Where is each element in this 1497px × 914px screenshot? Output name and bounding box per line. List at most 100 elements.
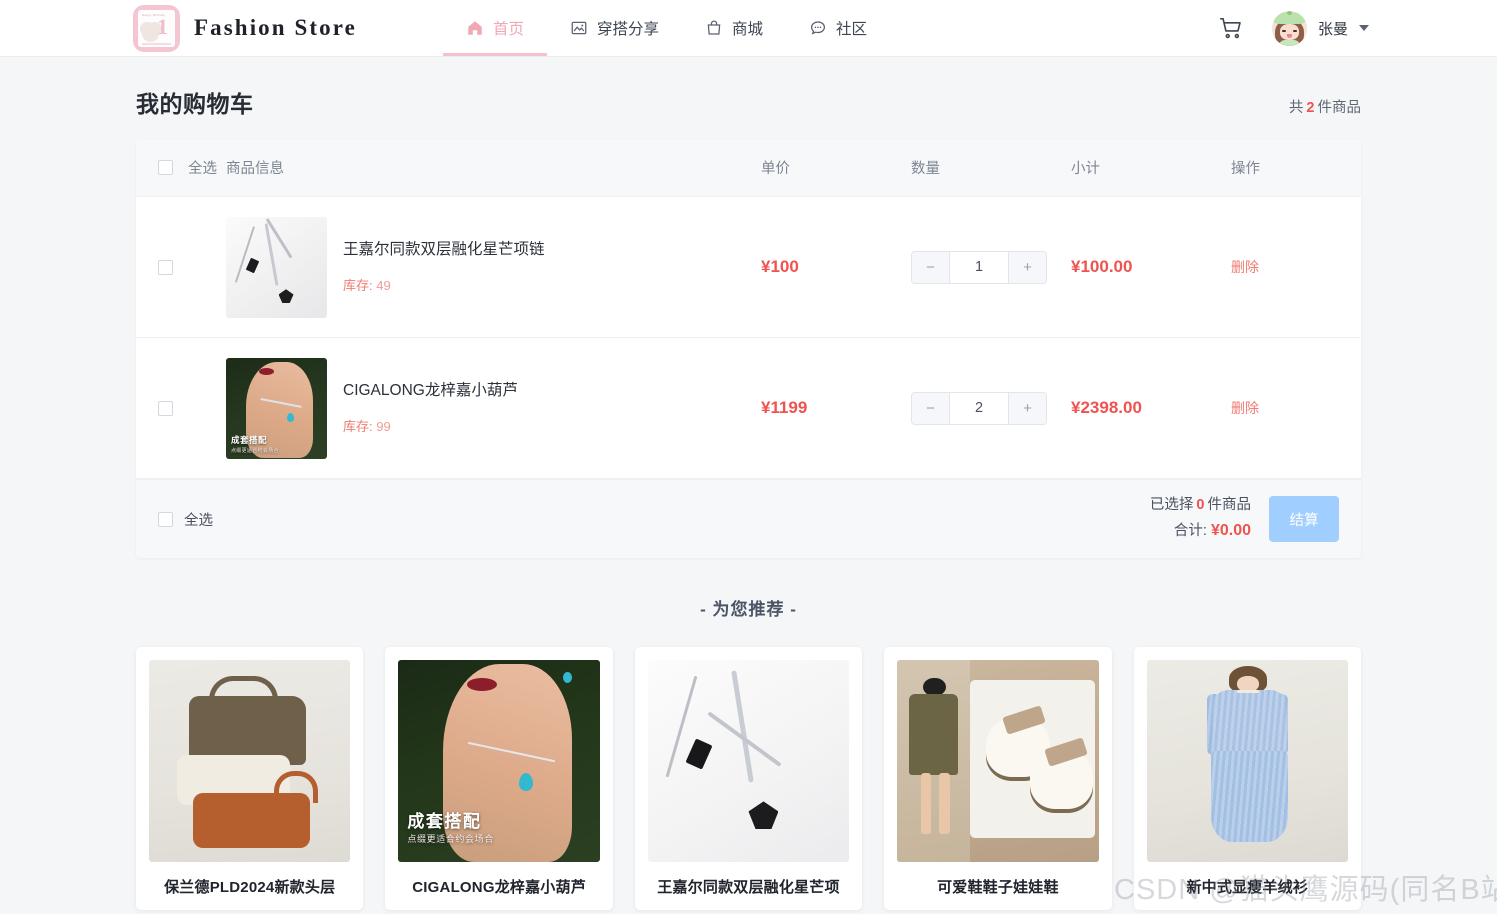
recommendation-image-overlay-sub: 点缀更适合约会场合 bbox=[407, 834, 494, 844]
item-count-value: 2 bbox=[1306, 100, 1315, 116]
quantity-increase-button[interactable]: + bbox=[1008, 392, 1046, 424]
quantity-increase-button[interactable]: + bbox=[1008, 251, 1046, 283]
item-count-prefix: 共 bbox=[1288, 100, 1304, 116]
recommendation-image: 成套搭配 点缀更适合约会场合 bbox=[398, 660, 600, 862]
product-image-overlay-title: 成套搭配 bbox=[231, 434, 268, 445]
nav-label-mall: 商城 bbox=[732, 21, 764, 38]
nav-item-community[interactable]: 社区 bbox=[786, 0, 890, 56]
selected-suffix: 件商品 bbox=[1207, 496, 1252, 513]
image-icon bbox=[571, 21, 587, 35]
subtotal-price: ¥2398.00 bbox=[1071, 398, 1142, 417]
main-nav: 首页 穿搭分享 商城 社区 bbox=[442, 0, 890, 56]
delete-item-button[interactable]: 删除 bbox=[1231, 400, 1259, 416]
chevron-down-icon[interactable] bbox=[1359, 25, 1369, 31]
recommendation-card[interactable]: 新中式显瘦羊绒衫 bbox=[1133, 647, 1361, 910]
row-product-cell: 王嘉尔同款双层融化星芒项链 库存: 49 bbox=[226, 216, 761, 318]
row-quantity-cell: − + bbox=[911, 391, 1071, 425]
recommendation-name: CIGALONG龙梓嘉小葫芦 bbox=[412, 879, 586, 896]
nav-item-outfit-share[interactable]: 穿搭分享 bbox=[547, 0, 682, 56]
quantity-stepper: − + bbox=[911, 391, 1047, 425]
product-name[interactable]: CIGALONG龙梓嘉小葫芦 bbox=[343, 381, 518, 401]
row-unit-price-cell: ¥1199 bbox=[761, 398, 911, 418]
select-all-checkbox-footer[interactable] bbox=[158, 511, 173, 527]
row-select-cell bbox=[158, 400, 188, 416]
product-name[interactable]: 王嘉尔同款双层融化星芒项链 bbox=[343, 240, 545, 260]
quantity-input[interactable] bbox=[950, 392, 1008, 424]
row-checkbox[interactable] bbox=[158, 259, 173, 275]
item-count-suffix: 件商品 bbox=[1317, 100, 1362, 116]
nav-label-community: 社区 bbox=[836, 21, 868, 38]
cart-footer: 全选 已选择 0 件商品 合计: ¥0.00 结算 bbox=[136, 479, 1361, 558]
row-action-cell: 删除 bbox=[1231, 398, 1361, 418]
product-stock: 库存: 49 bbox=[343, 275, 545, 294]
header-select-all-cell bbox=[158, 160, 188, 175]
total-line: 合计: ¥0.00 bbox=[1150, 518, 1251, 544]
recommendations-grid: 保兰德PLD2024新款头层 成套搭配 点缀更适合约会场合 CIGALONG龙梓… bbox=[136, 647, 1361, 910]
page-head: 我的购物车 共 2 件商品 bbox=[136, 57, 1361, 139]
product-image[interactable]: 成套搭配 点缀更适合约会场合 bbox=[226, 357, 327, 459]
quantity-stepper: − + bbox=[911, 250, 1047, 284]
chat-icon bbox=[811, 21, 826, 35]
checkout-button[interactable]: 结算 bbox=[1269, 496, 1339, 542]
recommendation-image bbox=[897, 660, 1099, 862]
totals: 已选择 0 件商品 合计: ¥0.00 bbox=[1150, 494, 1251, 544]
row-action-cell: 删除 bbox=[1231, 257, 1361, 277]
recommendation-card[interactable]: 成套搭配 点缀更适合约会场合 CIGALONG龙梓嘉小葫芦 bbox=[385, 647, 613, 910]
quantity-decrease-button[interactable]: − bbox=[912, 392, 950, 424]
recommendation-image bbox=[149, 660, 351, 862]
delete-item-button[interactable]: 删除 bbox=[1231, 259, 1259, 275]
header-subtotal-label: 小计 bbox=[1071, 161, 1100, 177]
quantity-decrease-button[interactable]: − bbox=[912, 251, 950, 283]
row-quantity-cell: − + bbox=[911, 250, 1071, 284]
unit-price: ¥1199 bbox=[761, 398, 808, 417]
nav-item-home[interactable]: 首页 bbox=[442, 0, 548, 56]
user-name: 张曼 bbox=[1317, 20, 1348, 38]
recommendation-card[interactable]: 保兰德PLD2024新款头层 bbox=[136, 647, 364, 910]
row-subtotal-cell: ¥100.00 bbox=[1071, 257, 1231, 277]
user-menu[interactable]: 张曼 bbox=[1271, 10, 1369, 46]
page-content: 我的购物车 共 2 件商品 全选 商品信息 单价 数量 小计 操作 王嘉尔同款双… bbox=[0, 57, 1497, 910]
recommendation-card[interactable]: 可爱鞋鞋子娃娃鞋 bbox=[884, 647, 1112, 910]
row-product-cell: 成套搭配 点缀更适合约会场合 CIGALONG龙梓嘉小葫芦 库存: 99 bbox=[226, 357, 761, 459]
cart-row: 王嘉尔同款双层融化星芒项链 库存: 49 ¥100 − + bbox=[136, 197, 1361, 338]
cart-row: 成套搭配 点缀更适合约会场合 CIGALONG龙梓嘉小葫芦 库存: 99 ¥11… bbox=[136, 338, 1361, 479]
row-select-cell bbox=[158, 259, 188, 275]
header-unit-price-label: 单价 bbox=[761, 161, 790, 177]
row-checkbox[interactable] bbox=[158, 400, 173, 416]
select-all-control[interactable]: 全选 bbox=[158, 509, 213, 530]
subtotal-price: ¥100.00 bbox=[1071, 257, 1133, 276]
quantity-input[interactable] bbox=[950, 251, 1008, 283]
recommendations-title: - 为您推荐 - bbox=[700, 600, 797, 619]
page-title: 我的购物车 bbox=[136, 91, 254, 117]
recommendation-name: 王嘉尔同款双层融化星芒项 bbox=[657, 879, 840, 896]
select-all-checkbox-header[interactable] bbox=[158, 160, 173, 175]
select-all-label-footer: 全选 bbox=[184, 512, 213, 529]
stock-value: 99 bbox=[376, 418, 391, 434]
recommendation-image-overlay-title: 成套搭配 bbox=[407, 812, 482, 831]
nav-item-mall[interactable]: 商城 bbox=[682, 0, 786, 56]
selected-count: 0 bbox=[1196, 496, 1205, 513]
brand-name: Fashion Store bbox=[194, 15, 357, 40]
home-icon bbox=[468, 21, 482, 35]
product-image[interactable] bbox=[226, 216, 327, 318]
recommendation-name: 可爱鞋鞋子娃娃鞋 bbox=[937, 879, 1059, 896]
item-count: 共 2 件商品 bbox=[1289, 96, 1361, 117]
row-subtotal-cell: ¥2398.00 bbox=[1071, 398, 1231, 418]
stock-label: 库存: bbox=[343, 277, 373, 293]
nav-label-home: 首页 bbox=[492, 21, 524, 38]
brand-logo-icon: Happy Birthday 1 bbox=[133, 4, 180, 52]
recommendation-name: 新中式显瘦羊绒衫 bbox=[1186, 879, 1309, 896]
cart-footer-right: 已选择 0 件商品 合计: ¥0.00 结算 bbox=[1150, 494, 1339, 544]
header-right: 张曼 bbox=[1218, 10, 1473, 46]
selected-prefix: 已选择 bbox=[1149, 496, 1194, 513]
header-select-all-label: 全选 bbox=[188, 161, 217, 177]
shopping-cart-icon[interactable] bbox=[1218, 15, 1244, 41]
selected-count-line: 已选择 0 件商品 bbox=[1150, 494, 1251, 518]
logo-divider bbox=[142, 42, 171, 45]
header-quantity-label: 数量 bbox=[911, 161, 940, 177]
recommendation-card[interactable]: 王嘉尔同款双层融化星芒项 bbox=[634, 647, 863, 910]
unit-price: ¥100 bbox=[761, 257, 799, 276]
brand[interactable]: Happy Birthday 1 Fashion Store bbox=[133, 4, 357, 52]
total-label: 合计: bbox=[1173, 522, 1207, 539]
recommendation-image bbox=[647, 660, 850, 862]
